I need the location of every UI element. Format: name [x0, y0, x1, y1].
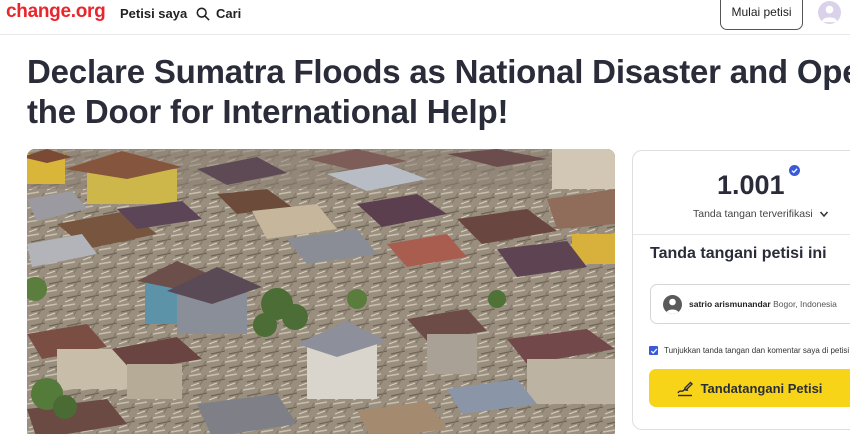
user-avatar-icon[interactable] [818, 1, 841, 24]
search-icon [196, 7, 210, 21]
signer-name: satrio arismunandar [689, 299, 771, 309]
chevron-down-icon [819, 211, 828, 218]
show-signature-consent[interactable]: Tunjukkan tanda tangan dan komentar saya… [649, 346, 849, 355]
nav-search[interactable]: Cari [196, 6, 241, 21]
sign-petition-button-label: Tandatangani Petisi [700, 380, 823, 396]
verified-badge-icon [789, 165, 800, 176]
change-org-logo[interactable]: change.org [6, 1, 106, 23]
consent-label: Tunjukkan tanda tangan dan komentar saya… [664, 346, 850, 355]
checkbox-icon[interactable] [649, 346, 658, 355]
nav-my-petitions[interactable]: Petisi saya [120, 6, 187, 21]
signature-icon [676, 381, 693, 397]
petition-title-line-2: the Door for International Help! [27, 93, 509, 130]
user-icon [663, 295, 682, 314]
verified-signatures-toggle[interactable]: Tanda tangan terverifikasi [693, 208, 829, 220]
card-divider [633, 234, 850, 235]
start-petition-button[interactable]: Mulai petisi [720, 0, 803, 30]
signature-count: 1.001 [717, 170, 785, 200]
sign-petition-heading: Tanda tangani petisi ini [650, 245, 827, 262]
petition-title-line-1: Declare Sumatra Floods as National Disas… [27, 53, 850, 90]
petition-title: Declare Sumatra Floods as National Disas… [27, 52, 850, 132]
nav-search-label: Cari [216, 6, 242, 21]
signer-details: satrio arismunandar Bogor, Indonesia [689, 299, 837, 309]
petition-hero-image [27, 149, 615, 434]
signer-location: Bogor, Indonesia [773, 299, 837, 309]
signature-card: 1.001 Tanda tangan terverifikasi Tanda t… [632, 150, 850, 430]
verified-signatures-label: Tanda tangan terverifikasi [693, 208, 813, 220]
signer-identity-box[interactable]: satrio arismunandar Bogor, Indonesia [650, 284, 850, 324]
sign-petition-button[interactable]: Tandatangani Petisi [649, 369, 850, 407]
top-navigation-bar: change.org Petisi saya Cari Mulai petisi [0, 0, 850, 35]
